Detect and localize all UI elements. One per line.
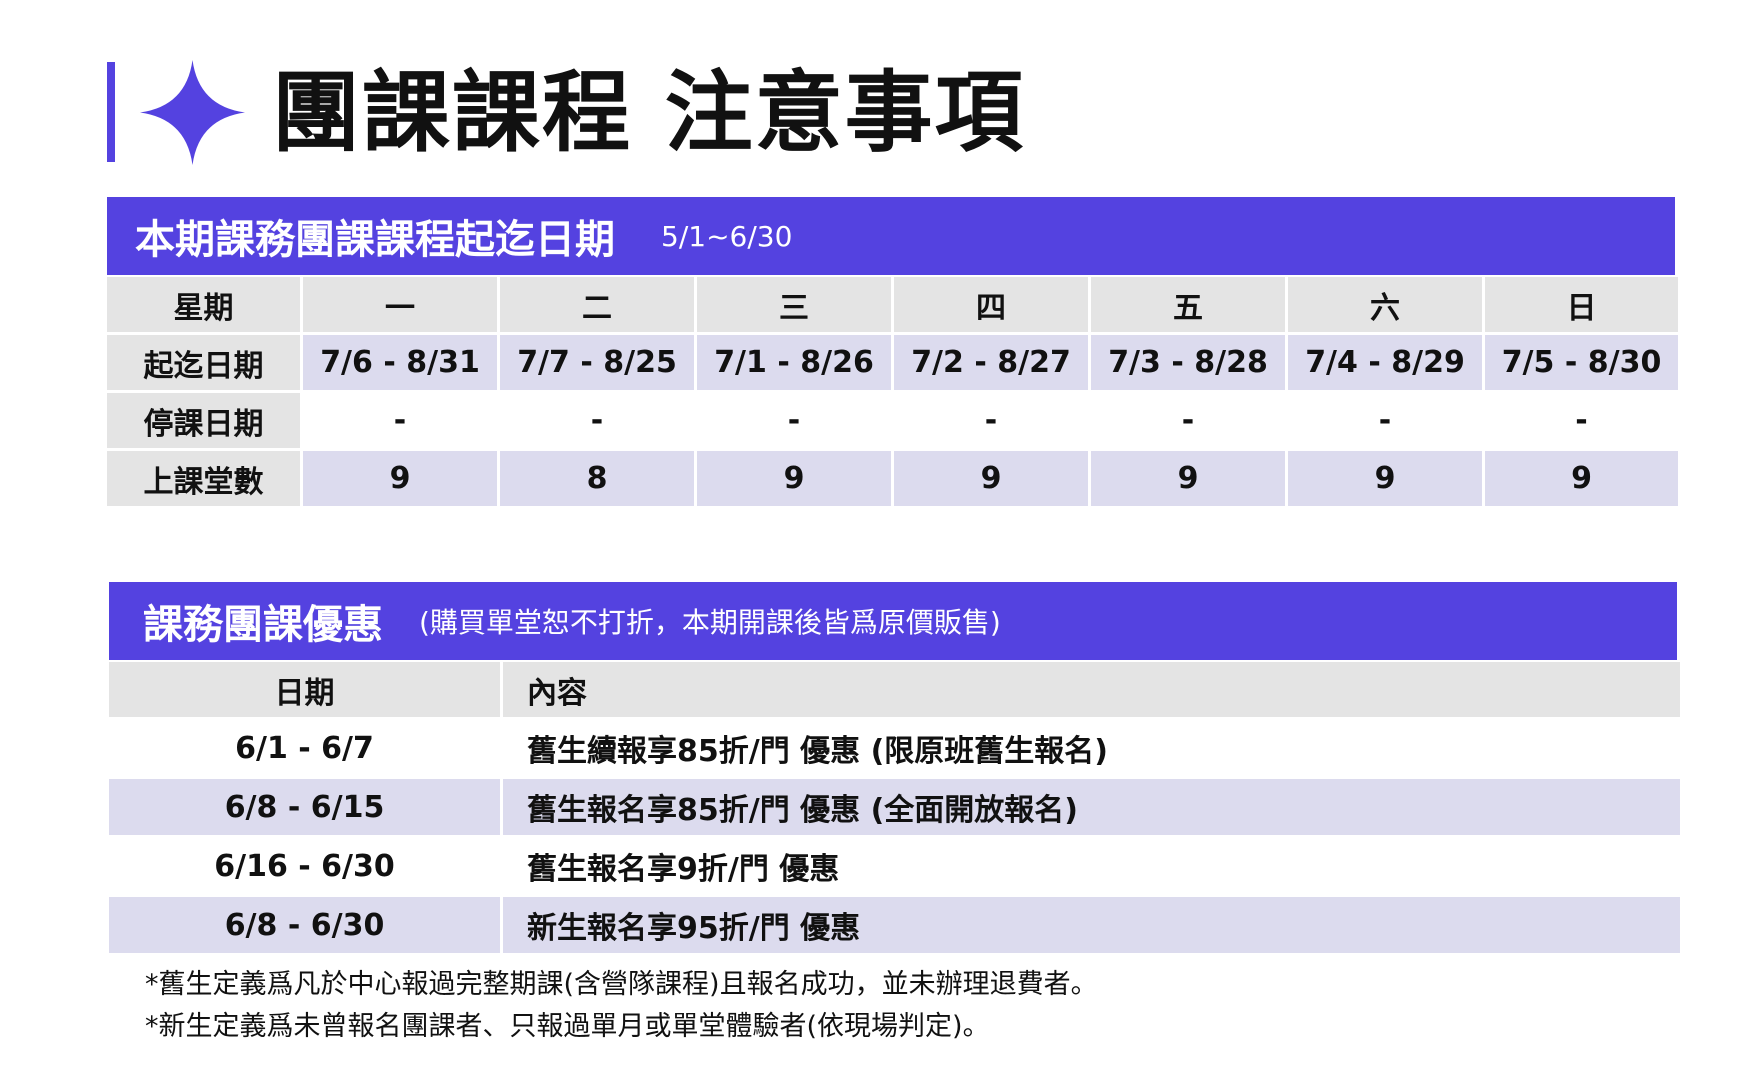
schedule-row-counts: 上課堂數 9 8 9 9 9 9 9 <box>107 451 1678 506</box>
row-label: 上課堂數 <box>107 451 300 506</box>
date-range-cell: 7/5 - 8/30 <box>1485 335 1678 390</box>
row-label: 停課日期 <box>107 393 300 448</box>
schedule-row-weekday: 星期 一 二 三 四 五 六 日 <box>107 277 1678 332</box>
title-accent-bar <box>107 62 115 162</box>
row-label: 星期 <box>107 277 300 332</box>
column-header-date: 日期 <box>109 662 500 717</box>
class-count-cell: 9 <box>303 451 497 506</box>
table-row: 6/16 - 6/30 舊生報名享9折/門 優惠 <box>109 838 1680 894</box>
suspended-cell: - <box>697 393 891 448</box>
weekday-cell: 一 <box>303 277 497 332</box>
discount-content-cell: 舊生報名享9折/門 優惠 <box>503 838 1680 894</box>
date-range-cell: 7/2 - 8/27 <box>894 335 1088 390</box>
note-returning-student: *舊生定義爲凡於中心報過完整期課(含營隊課程)且報名成功，並未辦理退費者。 <box>145 969 1098 1000</box>
discount-date-cell: 6/8 - 6/15 <box>109 779 500 835</box>
weekday-cell: 六 <box>1288 277 1482 332</box>
discount-header-row: 日期 內容 <box>109 662 1680 717</box>
class-count-cell: 9 <box>697 451 891 506</box>
schedule-table: 星期 一 二 三 四 五 六 日 起迄日期 7/6 - 8/31 7/7 - 8… <box>104 274 1681 509</box>
page-title: 團課課程 注意事項 <box>272 61 1025 164</box>
schedule-row-dates: 起迄日期 7/6 - 8/31 7/7 - 8/25 7/1 - 8/26 7/… <box>107 335 1678 390</box>
discount-date-cell: 6/8 - 6/30 <box>109 897 500 953</box>
date-range-cell: 7/6 - 8/31 <box>303 335 497 390</box>
discount-header-title: 課務團課優惠 <box>143 602 383 648</box>
date-range-cell: 7/1 - 8/26 <box>697 335 891 390</box>
date-range-cell: 7/3 - 8/28 <box>1091 335 1285 390</box>
suspended-cell: - <box>303 393 497 448</box>
discount-date-cell: 6/1 - 6/7 <box>109 720 500 776</box>
column-header-content: 內容 <box>503 662 1680 717</box>
discount-content-cell: 新生報名享95折/門 優惠 <box>503 897 1680 953</box>
class-count-cell: 9 <box>1288 451 1482 506</box>
class-count-cell: 8 <box>500 451 694 506</box>
class-count-cell: 9 <box>1091 451 1285 506</box>
schedule-header-period: 5/1~6/30 <box>661 219 793 253</box>
date-range-cell: 7/4 - 8/29 <box>1288 335 1482 390</box>
table-row: 6/8 - 6/15 舊生報名享85折/門 優惠 (全面開放報名) <box>109 779 1680 835</box>
suspended-cell: - <box>1288 393 1482 448</box>
date-range-cell: 7/7 - 8/25 <box>500 335 694 390</box>
weekday-cell: 二 <box>500 277 694 332</box>
table-row: 6/1 - 6/7 舊生續報享85折/門 優惠 (限原班舊生報名) <box>109 720 1680 776</box>
suspended-cell: - <box>1485 393 1678 448</box>
class-count-cell: 9 <box>894 451 1088 506</box>
suspended-cell: - <box>1091 393 1285 448</box>
class-count-cell: 9 <box>1485 451 1678 506</box>
weekday-cell: 四 <box>894 277 1088 332</box>
row-label: 起迄日期 <box>107 335 300 390</box>
table-row: 6/8 - 6/30 新生報名享95折/門 優惠 <box>109 897 1680 953</box>
schedule-header-title: 本期課務團課課程起迄日期 <box>135 217 615 263</box>
discount-table: 日期 內容 6/1 - 6/7 舊生續報享85折/門 優惠 (限原班舊生報名) … <box>106 659 1683 956</box>
note-new-student: *新生定義爲未曾報名團課者、只報過單月或單堂體驗者(依現場判定)。 <box>145 1011 990 1042</box>
suspended-cell: - <box>500 393 694 448</box>
weekday-cell: 五 <box>1091 277 1285 332</box>
discount-content-cell: 舊生報名享85折/門 優惠 (全面開放報名) <box>503 779 1680 835</box>
schedule-header: 本期課務團課課程起迄日期 5/1~6/30 <box>107 197 1675 275</box>
discount-content-cell: 舊生續報享85折/門 優惠 (限原班舊生報名) <box>503 720 1680 776</box>
discount-date-cell: 6/16 - 6/30 <box>109 838 500 894</box>
discount-header: 課務團課優惠 (購買單堂恕不打折，本期開課後皆爲原價販售) <box>109 582 1677 660</box>
diamond-icon <box>140 60 245 165</box>
suspended-cell: - <box>894 393 1088 448</box>
discount-header-note: (購買單堂恕不打折，本期開課後皆爲原價販售) <box>419 606 1001 639</box>
weekday-cell: 三 <box>697 277 891 332</box>
schedule-row-suspended: 停課日期 - - - - - - - <box>107 393 1678 448</box>
weekday-cell: 日 <box>1485 277 1678 332</box>
